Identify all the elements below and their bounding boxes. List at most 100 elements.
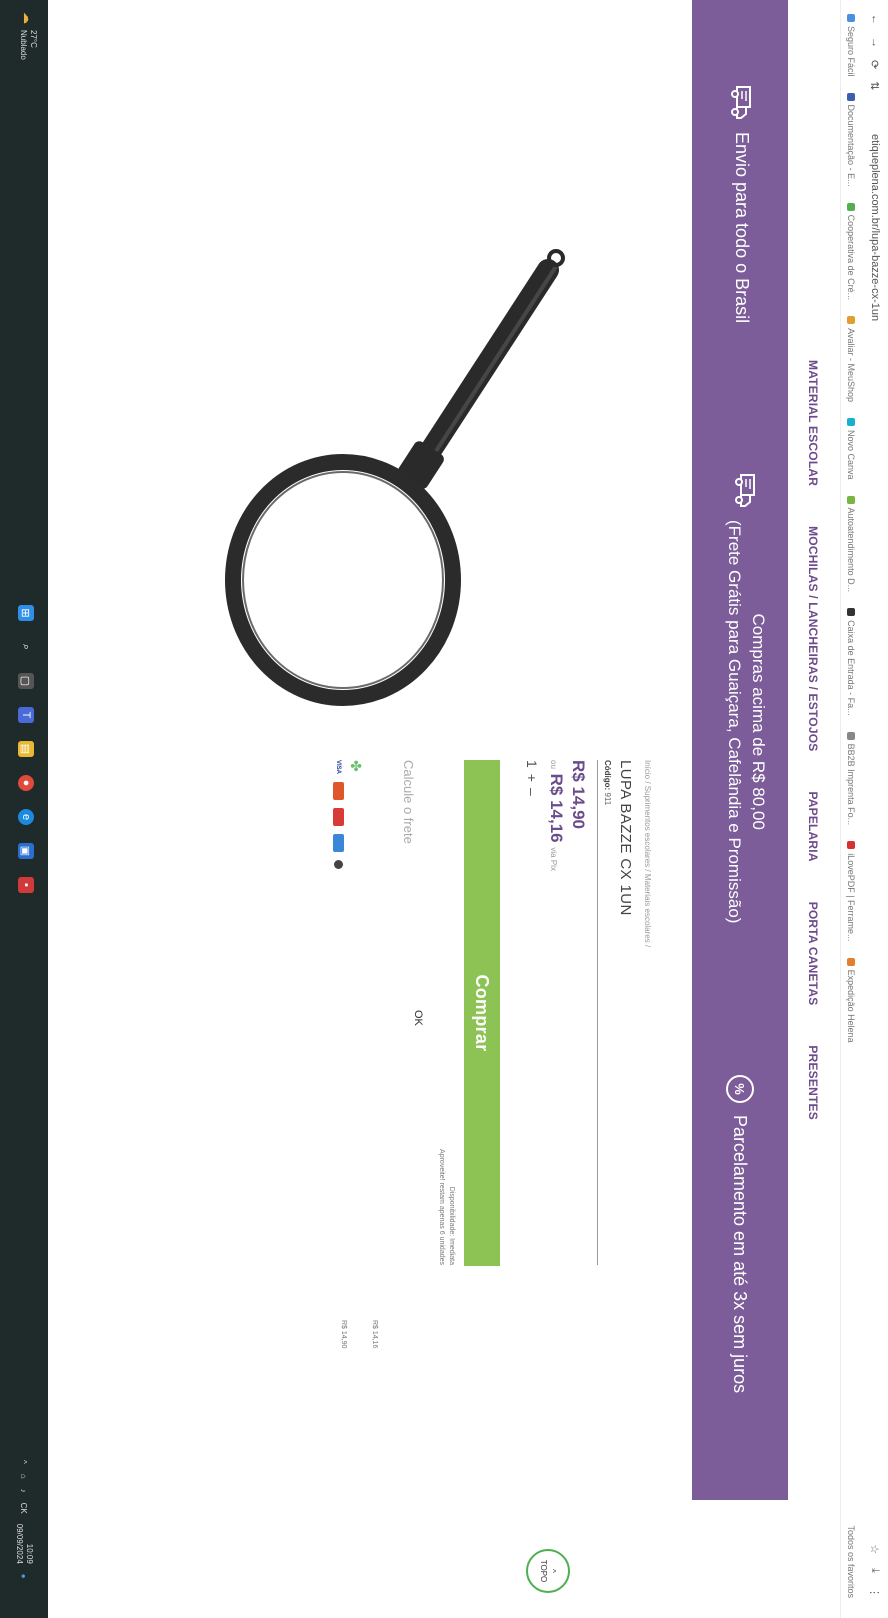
bookmark-label: Expedição Helena <box>846 969 857 1043</box>
amex-icon <box>333 834 344 853</box>
windows-start-icon[interactable]: ⊞ <box>18 605 34 621</box>
chevron-up-icon[interactable]: ^ <box>20 1460 29 1464</box>
pix-price-value: R$ 14,16 <box>547 773 566 843</box>
language-indicator[interactable]: CK <box>20 1503 29 1514</box>
bookmark-label: iLovePDF | Ferrame... <box>846 853 857 942</box>
shipping-calc-input[interactable]: Calcule o frete <box>401 760 416 844</box>
buy-button[interactable]: Comprar <box>464 760 500 1266</box>
back-to-top-button[interactable]: ^ TOPO <box>526 1549 570 1593</box>
search-icon[interactable]: ⌕ <box>18 639 34 655</box>
bookmark-favicon-icon <box>847 731 856 740</box>
edge-icon[interactable]: e <box>18 809 34 825</box>
product-price: R$ 14,90 <box>569 760 588 829</box>
reload-icon[interactable]: ⟳ <box>869 60 882 69</box>
taskbar: ☁ 27°C Nublado ⊞ ⌕ ▢ T ▤ ● e ▣ ▪ ^ ⌂ ♪ C… <box>0 0 48 1618</box>
bookmark-item[interactable]: Autoatendimento D... <box>846 495 857 593</box>
card-side-price: R$ 14,90 <box>340 1320 347 1349</box>
system-tray: ^ ⌂ ♪ CK 10:09 09/09/2024 ● <box>14 1460 34 1579</box>
pix-price: ou R$ 14,16 via Pix <box>546 760 566 871</box>
qty-plus-button[interactable]: + <box>524 774 540 782</box>
temperature: 27°C <box>29 30 38 48</box>
bookmarks-bar: Seguro Fácil Documentação - E... Cooperati… <box>840 0 862 1618</box>
extensions-icon[interactable]: ⋮ <box>869 1587 882 1598</box>
nav-papelaria[interactable]: PAPELARIA <box>806 791 820 861</box>
free-shipping-detail: (Frete Grátis para Guaiçara, Cafelândia … <box>725 520 744 924</box>
payment-methods: VISA <box>333 760 344 870</box>
bookmark-item[interactable]: Expedição Helena <box>846 957 857 1043</box>
weather-icon: ☁ <box>21 12 35 24</box>
forward-icon[interactable]: → <box>869 37 882 48</box>
bookmark-label: Cooperativa de Cré... <box>846 214 857 301</box>
topo-label: TOPO <box>539 1559 548 1583</box>
bookmark-favicon-icon <box>847 418 856 426</box>
bookmark-item[interactable]: iLovePDF | Ferrame... <box>846 841 857 942</box>
pix-side-price: R$ 14,16 <box>371 1320 378 1349</box>
shipping-ok-button[interactable]: OK <box>412 1010 424 1026</box>
app-icon[interactable]: ▪ <box>18 877 34 893</box>
volume-icon[interactable]: ♪ <box>20 1489 29 1493</box>
store-icon[interactable]: ▣ <box>18 843 34 859</box>
back-icon[interactable]: ← <box>869 14 882 25</box>
bookmark-favicon-icon <box>847 495 856 504</box>
nav-mochilas[interactable]: MOCHILAS / LANCHEIRAS / ESTOJOS <box>806 526 820 751</box>
all-bookmarks[interactable]: Todos os favoritos <box>847 1525 857 1618</box>
site-info-icon[interactable]: ⇅ <box>869 81 882 90</box>
bookmark-label: Avaliar - MeuShop <box>846 328 857 402</box>
notification-icon[interactable]: ● <box>20 1574 29 1579</box>
time: 10:09 <box>25 1543 34 1564</box>
bookmark-item[interactable]: Novo Canva <box>847 418 857 480</box>
task-view-icon[interactable]: ▢ <box>18 673 34 689</box>
bookmark-item[interactable]: Cooperativa de Cré... <box>846 202 857 301</box>
stock-line: Aproveite! restam apenas 6 unidades <box>438 1149 445 1265</box>
availability-note: Disponibilidade: Imediata Aproveite! res… <box>436 1045 456 1265</box>
code-value: 911 <box>603 792 612 806</box>
divider <box>597 760 598 1265</box>
site-navigation: MATERIAL ESCOLAR MOCHILAS / LANCHEIRAS /… <box>790 0 836 1618</box>
free-shipping-title: Compras acima de R$ 80,00 <box>749 613 768 830</box>
bookmark-favicon-icon <box>847 608 856 617</box>
promo-banner: Envio para todo o Brasil Compras acima d… <box>692 0 788 1500</box>
star-icon[interactable]: ☆ <box>869 1544 882 1554</box>
bookmark-item[interactable]: Seguro Fácil <box>847 14 857 77</box>
breadcrumb[interactable]: Início / Suprimentos escolares / Materia… <box>643 760 652 947</box>
network-icon[interactable]: ⌂ <box>20 1474 29 1479</box>
shipping-text: Envio para todo o Brasil <box>732 132 753 324</box>
clock[interactable]: 10:09 09/09/2024 <box>14 1524 34 1564</box>
nav-material-escolar[interactable]: MATERIAL ESCOLAR <box>806 360 820 486</box>
bookmark-favicon-icon <box>847 202 856 211</box>
bookmark-label: Caixa de Entrada - Fa... <box>846 620 857 716</box>
product-image <box>225 249 565 706</box>
code-label: Código: <box>603 760 612 791</box>
truck-icon <box>731 86 751 119</box>
date: 09/09/2024 <box>15 1523 24 1564</box>
chrome-icon[interactable]: ● <box>18 775 34 791</box>
elo-icon <box>333 808 344 827</box>
file-explorer-icon[interactable]: ▤ <box>18 741 34 757</box>
screen: ← → ⟳ ⇅ etiqueplena.com.br/lupa-bazze-cx… <box>0 0 888 1618</box>
bookmark-favicon-icon <box>847 841 856 850</box>
installments-text: Parcelamento em até 3x sem juros <box>730 1115 751 1394</box>
qty-minus-button[interactable]: – <box>524 788 540 796</box>
bookmark-label: Documentação - E... <box>846 104 857 187</box>
teams-icon[interactable]: T <box>18 707 34 723</box>
mastercard-icon <box>333 782 344 801</box>
truck-icon <box>735 474 755 507</box>
bookmark-item[interactable]: Documentação - E... <box>846 92 857 187</box>
nav-porta-canetas[interactable]: PORTA CANETAS <box>806 902 820 1006</box>
bookmark-favicon-icon <box>847 92 856 101</box>
bookmark-item[interactable]: BB2B Imprenta Fo... <box>846 731 857 826</box>
nav-presentes[interactable]: PRESENTES <box>806 1045 820 1120</box>
bookmark-item[interactable]: Caixa de Entrada - Fa... <box>847 608 857 716</box>
qty-value[interactable]: 1 <box>524 760 540 768</box>
chevron-up-icon: ^ <box>548 1569 557 1573</box>
product-title: LUPA BAZZE CX 1UN <box>617 760 634 916</box>
address-bar[interactable]: etiqueplena.com.br/lupa-bazze-cx-1un <box>869 134 881 321</box>
bookmark-label: BB2B Imprenta Fo... <box>846 743 857 826</box>
bookmark-label: Autoatendimento D... <box>846 507 857 593</box>
download-icon[interactable]: ⤓ <box>869 1568 882 1573</box>
diners-icon <box>334 860 343 870</box>
bookmark-item[interactable]: Avaliar - MeuShop <box>847 316 857 402</box>
bookmark-favicon-icon <box>847 316 856 325</box>
bookmark-favicon-icon <box>847 957 856 966</box>
weather-widget[interactable]: ☁ 27°C Nublado <box>18 12 38 60</box>
